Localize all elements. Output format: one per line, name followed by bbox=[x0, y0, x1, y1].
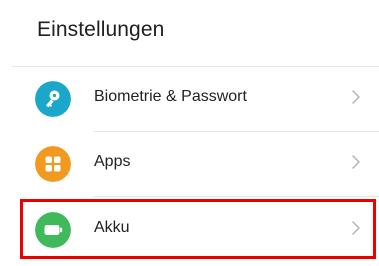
divider bbox=[94, 131, 379, 132]
apps-grid-icon bbox=[35, 146, 71, 182]
chevron-right-icon bbox=[352, 90, 360, 104]
settings-item-label: Akku bbox=[94, 219, 130, 236]
key-icon bbox=[35, 81, 71, 117]
battery-icon bbox=[35, 212, 71, 248]
chevron-right-icon bbox=[352, 155, 360, 169]
settings-item-label: Biometrie & Passwort bbox=[94, 88, 247, 105]
settings-item-apps[interactable]: Apps bbox=[0, 133, 379, 193]
page-title: Einstellungen bbox=[37, 18, 165, 41]
settings-item-biometrics[interactable]: Biometrie & Passwort bbox=[0, 68, 379, 128]
settings-screen: Einstellungen Biometrie & Passwort Apps bbox=[0, 0, 379, 266]
settings-item-battery[interactable]: Akku bbox=[0, 199, 379, 259]
divider bbox=[12, 66, 379, 67]
chevron-right-icon bbox=[352, 221, 360, 235]
settings-item-label: Apps bbox=[94, 153, 131, 170]
divider bbox=[94, 196, 379, 197]
